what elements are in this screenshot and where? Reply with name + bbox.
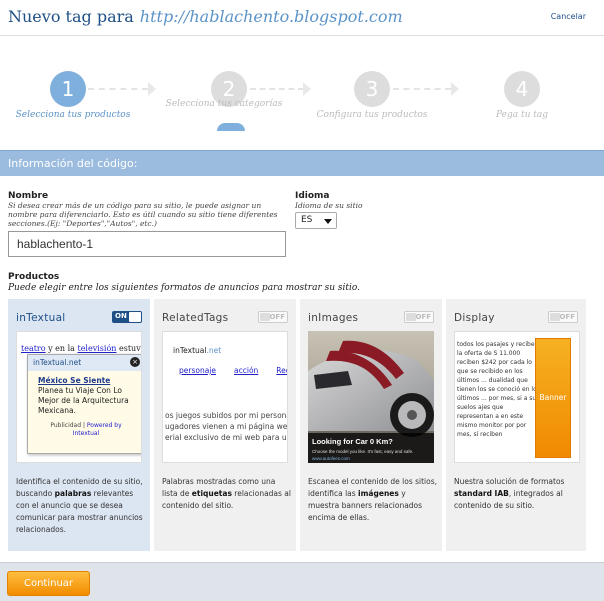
language-value: ES: [301, 215, 313, 225]
step-connector: [250, 88, 304, 90]
intextual-popup: inTextual.net × México Se Siente Planea …: [27, 354, 141, 454]
name-label: Nombre: [8, 191, 49, 201]
name-hint: Si desea crear más de un código para su …: [8, 201, 278, 228]
step-arrow-icon: [451, 82, 459, 96]
preview-text: todos los pasajes y reciben la oferta de…: [457, 341, 540, 438]
language-label: Idioma: [295, 191, 330, 201]
product-name: inTextual: [16, 312, 66, 324]
language-hint: Idioma de su sitio: [295, 201, 363, 210]
toggle-state: OFF: [559, 313, 575, 321]
page-header: Nuevo tag para http://hablachento.blogspo…: [0, 0, 604, 36]
preview-text: os juegos subidos por mi persona ga ugad…: [165, 411, 288, 442]
toggle-knob: [129, 312, 141, 322]
popup-header: inTextual.net ×: [28, 355, 141, 371]
intextual-preview-image: teatro y en la televisión estuvo int inT…: [16, 331, 142, 463]
car-photo: Looking for Car 0 Km? Choose the model y…: [308, 331, 434, 463]
tag-list: personajeacciónRequ: [179, 366, 287, 375]
relatedtags-preview-image: inTextual.net personajeacciónRequ os jue…: [162, 331, 288, 463]
step-connector: [393, 88, 451, 90]
close-icon: ×: [130, 357, 140, 367]
toggle-switch[interactable]: OFF: [404, 311, 434, 323]
toggle-state: OFF: [415, 313, 431, 321]
product-card-intextual[interactable]: inTextual ON teatro y en la televisión e…: [8, 299, 150, 551]
products-subtitle: Puede elegir entre los siguientes format…: [8, 283, 360, 293]
svg-text:www.autofees.com: www.autofees.com: [312, 456, 350, 461]
display-banner: Banner: [535, 338, 571, 458]
display-preview-image: todos los pasajes y reciben la oferta de…: [454, 331, 580, 463]
step-3-label: Configura tus productos: [316, 110, 428, 120]
toggle-switch[interactable]: ON: [112, 311, 142, 323]
continue-button[interactable]: Continuar: [7, 571, 90, 596]
toggle-state: OFF: [269, 313, 285, 321]
step-4-circle: 4: [504, 71, 540, 107]
svg-text:Choose the model you like. It': Choose the model you like. It's fast, ea…: [312, 449, 413, 454]
site-url: http://hablachento.blogspot.com: [139, 7, 403, 26]
chevron-down-icon: [324, 219, 332, 224]
cancel-link[interactable]: Cancelar: [551, 12, 586, 21]
current-step-marker: [217, 123, 245, 131]
product-card-relatedtags[interactable]: RelatedTags OFF inTextual.net personaje a…: [154, 299, 296, 551]
step-arrow-icon: [148, 82, 156, 96]
footer-bar: Continuar: [0, 562, 604, 601]
product-card-display[interactable]: Display OFF todos los pasajes y reciben …: [446, 299, 586, 551]
product-description: Identifica el contenido de su sitio, bus…: [16, 477, 143, 534]
product-card-inimages[interactable]: inImages OFF Looking for Car 0 Km? Choos…: [300, 299, 442, 551]
product-description: Escanea el contenido de los sitios, iden…: [308, 477, 438, 522]
step-2-label: Selecciona tus categorías: [165, 99, 283, 109]
step-3-circle: 3: [354, 71, 390, 107]
intextual-logo: inTextual.net: [173, 346, 222, 355]
step-arrow-icon: [303, 82, 311, 96]
preview-text: teatro y en la televisión estuvo int: [21, 344, 141, 353]
name-input[interactable]: [8, 231, 286, 257]
toggle-state: ON: [115, 312, 127, 320]
inimages-preview-image: Looking for Car 0 Km? Choose the model y…: [308, 331, 434, 463]
products-title: Productos: [8, 272, 60, 282]
popup-title: México Se Siente: [38, 376, 111, 385]
step-4-label: Pega tu tag: [496, 110, 548, 120]
popup-body: Planea tu Viaje Con Lo Mejor de la Arqui…: [38, 386, 129, 415]
product-name: Display: [454, 312, 495, 324]
step-1-label: Selecciona tus productos: [15, 110, 131, 120]
product-name: inImages: [308, 312, 359, 324]
product-description: Palabras mostradas como una lista de eti…: [162, 477, 291, 510]
page-title: Nuevo tag para http://hablachento.blogspo…: [8, 7, 403, 26]
section-header: Información del código:: [0, 150, 604, 176]
toggle-switch[interactable]: OFF: [258, 311, 288, 323]
language-select[interactable]: ES: [295, 212, 337, 229]
wizard-steps: 1 Selecciona tus productos 2 Selecciona …: [0, 37, 604, 150]
section-title: Información del código:: [8, 157, 138, 170]
popup-footer: Publicidad | Powered by Intextual: [50, 422, 122, 437]
svg-text:Looking for Car 0 Km?: Looking for Car 0 Km?: [312, 437, 393, 446]
product-description: Nuestra solución de formatos standard IA…: [454, 477, 565, 510]
product-name: RelatedTags: [162, 312, 229, 324]
step-1-circle: 1: [50, 71, 86, 107]
title-text: Nuevo tag para: [8, 7, 134, 26]
step-connector: [88, 88, 148, 90]
toggle-switch[interactable]: OFF: [548, 311, 578, 323]
